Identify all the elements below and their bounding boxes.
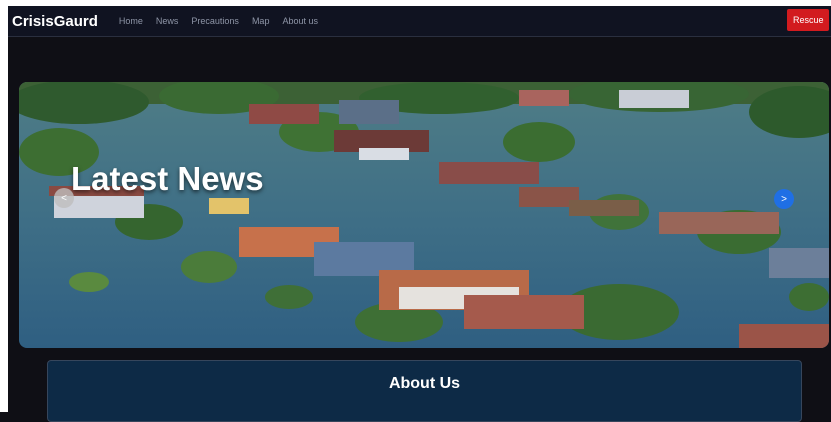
carousel-next-button[interactable]: > — [774, 189, 794, 209]
about-us-section: About Us — [47, 360, 802, 422]
rescue-button[interactable]: Rescue — [787, 9, 829, 31]
chevron-left-icon: < — [61, 192, 67, 204]
nav-link-home[interactable]: Home — [119, 16, 143, 26]
flood-scene-image — [19, 82, 829, 348]
carousel-prev-button[interactable]: < — [54, 188, 74, 208]
about-us-title: About Us — [388, 375, 461, 392]
hero-title: Latest News — [71, 160, 264, 197]
nav-link-about-us[interactable]: About us — [282, 16, 318, 26]
navbar: CrisisGaurd Home News Precautions Map Ab… — [8, 6, 831, 37]
nav-link-map[interactable]: Map — [252, 16, 270, 26]
brand-logo[interactable]: CrisisGaurd — [12, 13, 98, 30]
news-carousel: Latest News < > — [19, 82, 829, 348]
chevron-right-icon: > — [781, 193, 787, 205]
window-frame-left — [0, 0, 8, 412]
nav-link-news[interactable]: News — [156, 16, 179, 26]
nav-link-precautions[interactable]: Precautions — [191, 16, 239, 26]
